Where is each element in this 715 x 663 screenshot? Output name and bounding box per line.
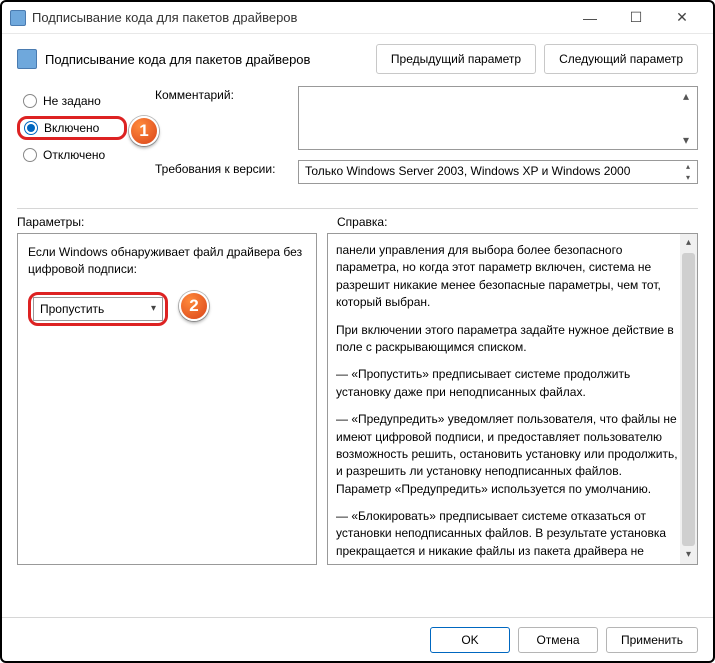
annotation-badge-2: 2 — [179, 291, 209, 321]
annotation-badge-1: 1 — [129, 116, 159, 146]
radio-label: Не задано — [43, 94, 101, 108]
scroll-thumb[interactable] — [682, 253, 695, 546]
signing-action-dropdown[interactable]: Пропустить ▾ — [33, 297, 163, 321]
help-text: — «Предупредить» уведомляет пользователя… — [336, 411, 679, 498]
options-panel: Если Windows обнаруживает файл драйвера … — [17, 233, 317, 565]
radio-icon — [24, 121, 38, 135]
minimize-button[interactable]: — — [567, 4, 613, 32]
page-title: Подписывание кода для пакетов драйверов — [45, 52, 368, 67]
apply-button[interactable]: Применить — [606, 627, 698, 653]
scroll-down-icon[interactable]: ▾ — [686, 548, 691, 563]
policy-icon — [17, 49, 37, 69]
cancel-button[interactable]: Отмена — [518, 627, 598, 653]
radio-not-configured[interactable]: Не задано — [17, 90, 127, 112]
scroll-up-icon[interactable]: ▴ — [683, 89, 695, 103]
titlebar: Подписывание кода для пакетов драйверов … — [2, 2, 713, 34]
ok-button[interactable]: OK — [430, 627, 510, 653]
requirements-label: Требования к версии: — [155, 160, 290, 176]
close-button[interactable]: ✕ — [659, 4, 705, 32]
chevron-down-icon: ▾ — [151, 303, 156, 314]
scroll-down-icon[interactable]: ▾ — [683, 133, 695, 147]
options-prompt: Если Windows обнаруживает файл драйвера … — [28, 244, 306, 278]
radio-label: Отключено — [43, 148, 105, 162]
comment-textarea[interactable]: ▴ ▾ — [298, 86, 698, 150]
footer: OK Отмена Применить — [2, 617, 713, 661]
separator — [17, 208, 698, 209]
radio-label: Включено — [44, 121, 99, 135]
dropdown-selected: Пропустить — [40, 302, 104, 316]
requirements-field[interactable]: Только Windows Server 2003, Windows XP и… — [298, 160, 698, 184]
help-label: Справка: — [337, 215, 698, 229]
next-setting-button[interactable]: Следующий параметр — [544, 44, 698, 74]
parameters-label: Параметры: — [17, 215, 317, 229]
app-icon — [10, 10, 26, 26]
radio-icon — [23, 148, 37, 162]
maximize-button[interactable]: ☐ — [613, 4, 659, 32]
help-text: При включении этого параметра задайте ну… — [336, 322, 679, 357]
help-text: — «Пропустить» предписывает системе прод… — [336, 366, 679, 401]
requirements-text: Только Windows Server 2003, Windows XP и… — [305, 164, 630, 178]
radio-disabled[interactable]: Отключено — [17, 144, 127, 166]
state-radio-group: Не задано Включено 1 Отключено — [17, 86, 127, 166]
spin-down-icon[interactable]: ▾ — [686, 173, 690, 182]
comment-label: Комментарий: — [155, 86, 290, 102]
spin-up-icon[interactable]: ▴ — [686, 162, 690, 171]
help-text: панели управления для выбора более безоп… — [336, 242, 679, 312]
radio-icon — [23, 94, 37, 108]
previous-setting-button[interactable]: Предыдущий параметр — [376, 44, 536, 74]
header: Подписывание кода для пакетов драйверов … — [2, 34, 713, 82]
window-title: Подписывание кода для пакетов драйверов — [32, 10, 567, 25]
dropdown-highlight: Пропустить ▾ 2 — [28, 292, 168, 326]
scroll-up-icon[interactable]: ▴ — [686, 236, 691, 251]
radio-enabled[interactable]: Включено — [17, 116, 127, 140]
help-text: — «Блокировать» предписывает системе отк… — [336, 508, 679, 560]
help-scrollbar[interactable]: ▴ ▾ — [680, 234, 697, 564]
help-panel: панели управления для выбора более безоп… — [327, 233, 698, 565]
